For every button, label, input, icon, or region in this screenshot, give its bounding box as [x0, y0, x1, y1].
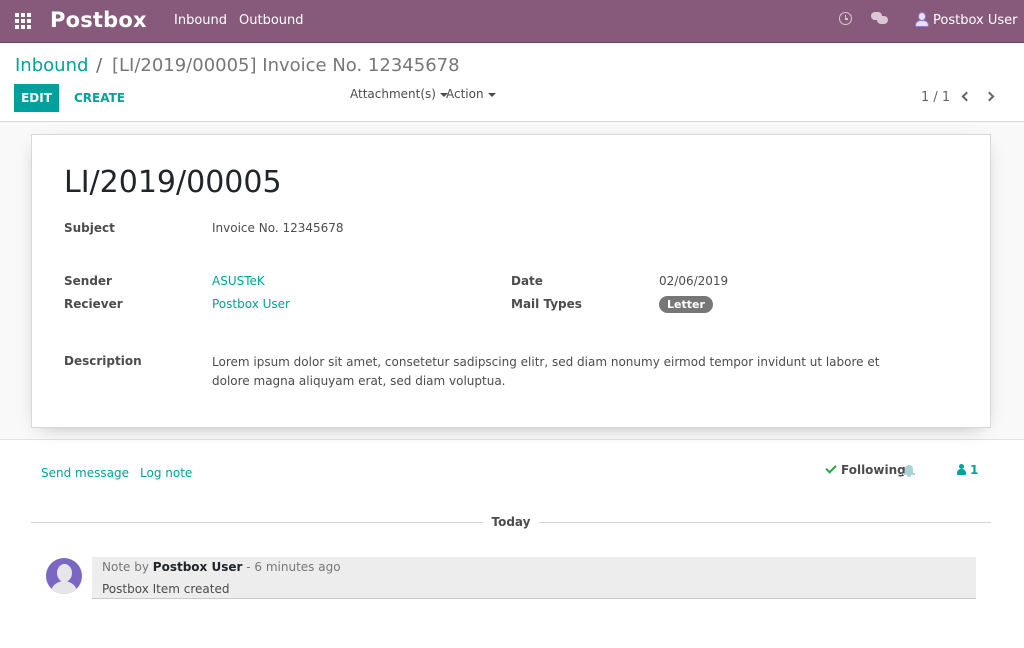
subject-value: Invoice No. 12345678	[212, 221, 344, 235]
record-title: LI/2019/00005	[64, 165, 282, 200]
breadcrumb-current: [LI/2019/00005] Invoice No. 12345678	[111, 55, 460, 76]
date-label: Date	[511, 274, 543, 288]
user-menu-name[interactable]: Postbox User	[933, 13, 1017, 28]
chevron-left-icon	[961, 91, 972, 102]
followers-button[interactable]: 1	[957, 463, 978, 477]
notification-bell-icon[interactable]	[903, 464, 915, 477]
message-header: Note by Postbox User - 6 minutes ago	[102, 560, 341, 574]
top-navbar: Postbox Inbound Outbound Postbox User	[0, 0, 1024, 43]
apps-grid-icon[interactable]	[15, 13, 33, 29]
action-dropdown-label: Action	[446, 87, 484, 101]
user-avatar-icon[interactable]	[915, 12, 929, 28]
receiver-label: Reciever	[64, 297, 123, 311]
attachments-dropdown[interactable]: Attachment(s)	[350, 87, 448, 101]
date-separator-line	[31, 522, 483, 523]
pager-next-button[interactable]	[984, 90, 999, 104]
chevron-right-icon	[984, 91, 995, 102]
check-icon	[825, 462, 837, 474]
following-label: Following	[841, 463, 906, 477]
send-message-button[interactable]: Send message	[41, 466, 129, 480]
message-time: - 6 minutes ago	[246, 560, 341, 574]
date-value: 02/06/2019	[659, 274, 729, 288]
mail-types-label: Mail Types	[511, 297, 582, 311]
mail-type-badge: Letter	[659, 296, 713, 313]
user-icon	[957, 464, 966, 475]
sender-label: Sender	[64, 274, 112, 288]
caret-down-icon	[487, 92, 496, 97]
breadcrumb-separator: /	[96, 55, 103, 76]
message-body: Postbox Item created	[102, 582, 230, 596]
breadcrumb-parent-link[interactable]: Inbound	[15, 55, 88, 76]
messaging-chat-icon[interactable]	[871, 12, 889, 26]
edit-button[interactable]: EDIT	[14, 84, 59, 112]
description-value: Lorem ipsum dolor sit amet, consetetur s…	[212, 355, 880, 388]
date-separator-line	[539, 522, 991, 523]
menu-item-outbound[interactable]: Outbound	[239, 13, 304, 28]
description-label: Description	[64, 354, 142, 368]
pager-previous-button[interactable]	[959, 90, 973, 104]
log-note-button[interactable]: Log note	[140, 466, 192, 480]
breadcrumb: Inbound / [LI/2019/00005] Invoice No. 12…	[15, 55, 460, 76]
message-author-avatar[interactable]	[46, 558, 82, 594]
date-separator-label: Today	[491, 515, 531, 529]
app-brand[interactable]: Postbox	[50, 8, 147, 32]
action-dropdown[interactable]: Action	[446, 87, 496, 101]
message-prefix: Note by	[102, 560, 149, 574]
activities-clock-icon[interactable]	[839, 12, 852, 25]
create-button[interactable]: CREATE	[68, 84, 131, 112]
sender-link[interactable]: ASUSTeK	[212, 274, 265, 288]
followers-count: 1	[970, 463, 979, 477]
message-item: Note by Postbox User - 6 minutes ago Pos…	[92, 557, 976, 599]
menu-item-inbound[interactable]: Inbound	[174, 13, 227, 28]
attachments-dropdown-label: Attachment(s)	[350, 87, 436, 101]
form-sheet: LI/2019/00005 Subject Invoice No. 123456…	[31, 134, 991, 428]
receiver-link[interactable]: Postbox User	[212, 297, 290, 311]
message-author[interactable]: Postbox User	[153, 560, 243, 574]
subject-label: Subject	[64, 221, 115, 235]
following-button[interactable]: Following	[825, 462, 906, 477]
pager-value[interactable]: 1 / 1	[921, 90, 950, 105]
